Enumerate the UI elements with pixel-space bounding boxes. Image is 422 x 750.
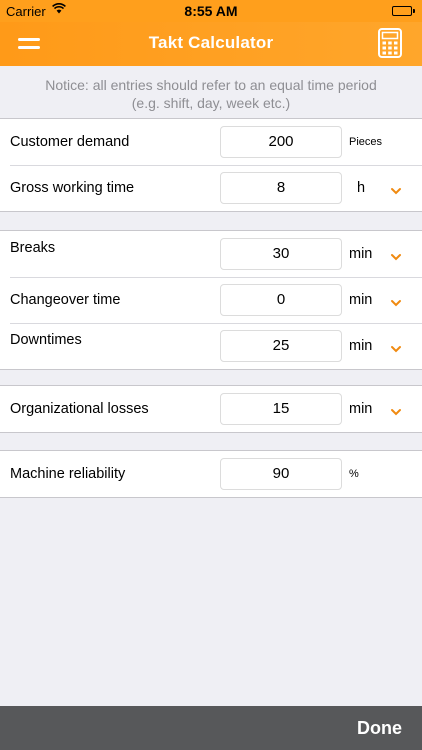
row-organizational-losses: Organizational losses 15 min xyxy=(0,386,422,432)
row-customer-demand: Customer demand 200 Pieces xyxy=(0,119,422,165)
row-breaks: Breaks 30 min xyxy=(0,231,422,277)
gross-working-time-input[interactable]: 8 xyxy=(220,172,342,204)
breaks-label: Breaks xyxy=(10,240,56,256)
machine-reliability-input[interactable]: 90 xyxy=(220,458,342,490)
gross-working-time-unit[interactable]: h xyxy=(357,165,365,211)
done-button[interactable]: Done xyxy=(357,718,402,739)
chevron-down-icon[interactable] xyxy=(390,295,402,307)
customer-demand-label: Customer demand xyxy=(10,134,130,150)
notice-text: Notice: all entries should refer to an e… xyxy=(0,66,422,118)
chevron-down-icon[interactable] xyxy=(390,183,402,195)
chevron-down-icon[interactable] xyxy=(390,249,402,261)
nav-bar: Takt Calculator xyxy=(0,22,422,66)
changeover-time-input[interactable]: 0 xyxy=(220,284,342,316)
chevron-down-icon[interactable] xyxy=(390,404,402,416)
customer-demand-unit: Pieces xyxy=(349,136,383,148)
organizational-losses-input[interactable]: 15 xyxy=(220,393,342,425)
downtimes-input[interactable]: 25 xyxy=(220,330,342,362)
battery-icon xyxy=(392,6,415,16)
breaks-input[interactable]: 30 xyxy=(220,238,342,270)
gross-working-time-label: Gross working time xyxy=(10,180,135,196)
breaks-unit[interactable]: min xyxy=(349,231,372,277)
section-demand: Customer demand 200 Pieces Gross working… xyxy=(0,118,422,212)
organizational-losses-unit[interactable]: min xyxy=(349,386,372,432)
section-organizational: Organizational losses 15 min xyxy=(0,385,422,433)
calculator-icon[interactable] xyxy=(378,28,406,60)
status-time: 8:55 AM xyxy=(184,3,238,19)
row-machine-reliability: Machine reliability 90 % xyxy=(0,451,422,497)
row-gross-working-time: Gross working time 8 h xyxy=(0,165,422,211)
changeover-time-unit[interactable]: min xyxy=(349,277,372,323)
status-bar: Carrier 8:55 AM xyxy=(0,0,422,22)
section-losses: Breaks 30 min Changeover time 0 min Down… xyxy=(0,230,422,370)
downtimes-unit[interactable]: min xyxy=(349,323,372,369)
row-changeover-time: Changeover time 0 min xyxy=(0,277,422,323)
row-downtimes: Downtimes 25 min xyxy=(0,323,422,369)
downtimes-label: Downtimes xyxy=(10,332,82,348)
customer-demand-input[interactable]: 200 xyxy=(220,126,342,158)
page-title: Takt Calculator xyxy=(148,33,274,52)
changeover-time-label: Changeover time xyxy=(10,292,121,308)
section-reliability: Machine reliability 90 % xyxy=(0,450,422,498)
organizational-losses-label: Organizational losses xyxy=(10,401,149,417)
chevron-down-icon[interactable] xyxy=(390,341,402,353)
keyboard-toolbar: Done xyxy=(0,706,422,750)
machine-reliability-label: Machine reliability xyxy=(10,466,126,482)
machine-reliability-unit: % xyxy=(349,468,359,480)
